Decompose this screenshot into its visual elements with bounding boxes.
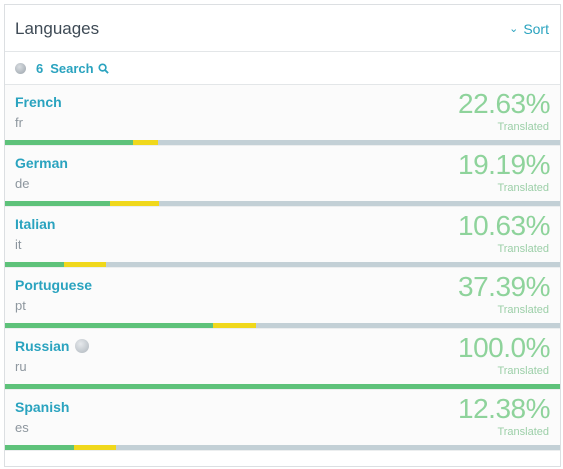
source-language-icon [75, 339, 90, 353]
translation-percent: 19.19% [458, 149, 550, 180]
globe-icon [15, 62, 26, 74]
language-name: German [15, 155, 68, 171]
progress-review [63, 262, 106, 267]
language-name: Russian [15, 338, 90, 354]
progress-bar [5, 140, 560, 145]
language-code: de [15, 176, 30, 191]
language-name: Italian [15, 216, 55, 232]
language-toolbar: 6 Search [5, 52, 560, 85]
translation-percent: 10.63% [458, 210, 550, 241]
translation-status: Translated [497, 426, 549, 438]
progress-bar [5, 262, 560, 267]
language-row-ru[interactable]: Russian ru 100.0% Translated [5, 329, 560, 390]
progress-review [73, 445, 116, 450]
language-name-text: Spanish [15, 399, 70, 415]
progress-bar [5, 323, 560, 328]
sort-label: Sort [523, 21, 549, 37]
translation-percent: 22.63% [458, 88, 550, 119]
panel-header: Languages ⌄ Sort [5, 5, 560, 52]
progress-translated [5, 445, 74, 450]
language-name-text: Italian [15, 216, 56, 232]
progress-translated [5, 201, 111, 206]
progress-translated [5, 323, 213, 328]
progress-bar [5, 445, 560, 450]
translation-percent: 100.0% [458, 332, 550, 363]
language-name-text: Portuguese [15, 277, 93, 293]
language-name-text: French [15, 94, 62, 110]
translation-status: Translated [497, 365, 549, 377]
search-label: Search [50, 60, 94, 76]
translation-status: Translated [497, 121, 549, 133]
languages-panel: Languages ⌄ Sort 6 Search French fr 22.6… [4, 4, 561, 467]
progress-review [212, 323, 256, 328]
panel-title: Languages [15, 19, 100, 38]
language-name: Spanish [15, 399, 69, 415]
language-row-it[interactable]: Italian it 10.63% Translated [5, 207, 560, 268]
translation-percent: 12.38% [458, 393, 550, 424]
search-button[interactable]: Search [50, 60, 109, 76]
language-code: fr [15, 115, 23, 130]
sort-button[interactable]: ⌄ Sort [509, 21, 549, 37]
translation-status: Translated [497, 182, 549, 194]
translation-percent: 37.39% [458, 271, 550, 302]
progress-bar [5, 384, 560, 389]
language-code: es [15, 420, 29, 435]
chevron-down-icon: ⌄ [509, 22, 519, 35]
language-code: ru [15, 359, 27, 374]
language-code: it [15, 237, 22, 252]
progress-translated [5, 140, 133, 145]
progress-translated [5, 262, 64, 267]
language-row-pt[interactable]: Portuguese pt 37.39% Translated [5, 268, 560, 329]
language-name: French [15, 94, 62, 110]
progress-translated [5, 384, 560, 389]
language-name-text: Russian [15, 338, 70, 354]
language-row-fr[interactable]: French fr 22.63% Translated [5, 85, 560, 146]
language-list: French fr 22.63% Translated German de 19… [5, 85, 560, 451]
progress-review [110, 201, 159, 206]
language-row-es[interactable]: Spanish es 12.38% Translated [5, 390, 560, 451]
language-name: Portuguese [15, 277, 92, 293]
translation-status: Translated [497, 304, 549, 316]
translation-status: Translated [497, 243, 549, 255]
language-count: 6 [36, 60, 44, 76]
progress-bar [5, 201, 560, 206]
search-icon [98, 62, 109, 74]
language-code: pt [15, 298, 26, 313]
language-row-de[interactable]: German de 19.19% Translated [5, 146, 560, 207]
language-name-text: German [15, 155, 68, 171]
progress-review [132, 140, 158, 145]
